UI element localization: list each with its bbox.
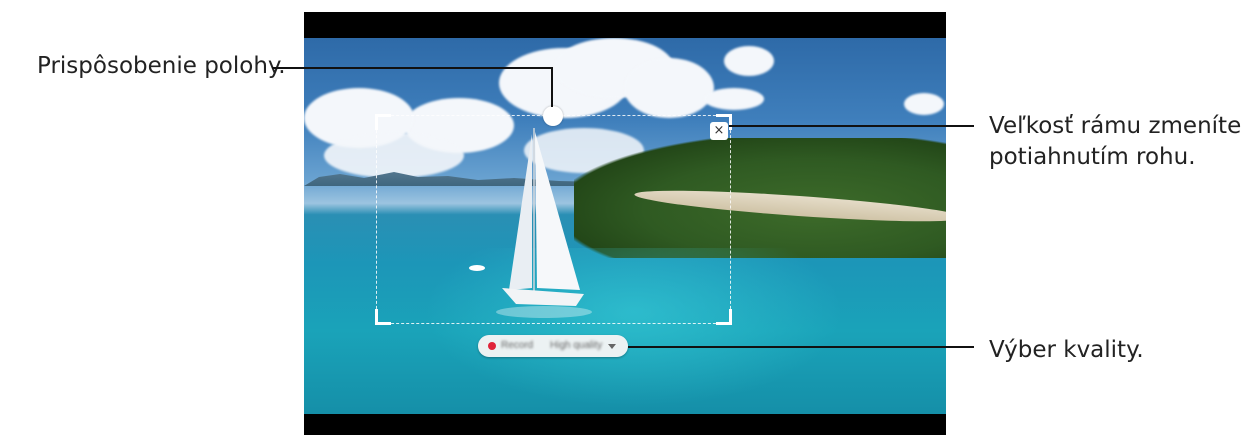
crop-frame[interactable] — [375, 114, 732, 325]
leader-line-resize — [729, 125, 974, 127]
corner-handle-top-left[interactable] — [375, 114, 391, 130]
corner-handle-bottom-right[interactable] — [716, 309, 732, 325]
position-handle[interactable] — [543, 106, 563, 126]
chevron-down-icon[interactable] — [608, 344, 616, 349]
callout-select-quality: Výber kvality. — [989, 337, 1144, 363]
callout-resize-line1: Veľkosť rámu zmeníte — [989, 113, 1242, 139]
leader-line-quality — [628, 346, 974, 348]
quality-dropdown[interactable]: High quality — [550, 335, 602, 357]
close-icon[interactable]: × — [710, 122, 728, 140]
record-dot-icon[interactable] — [488, 342, 496, 350]
leader-line-position — [272, 67, 553, 69]
callout-resize-line2: potiahnutím rohu. — [989, 144, 1196, 170]
callout-resize-frame: Veľkosť rámu zmeníte potiahnutím rohu. — [989, 111, 1241, 173]
record-button[interactable]: Record — [501, 335, 533, 357]
corner-handle-bottom-left[interactable] — [375, 309, 391, 325]
record-toolbar: Record High quality — [478, 335, 628, 357]
callout-adjust-position: Prispôsobenie polohy. — [37, 53, 286, 79]
leader-line-position-vertical — [551, 67, 553, 107]
